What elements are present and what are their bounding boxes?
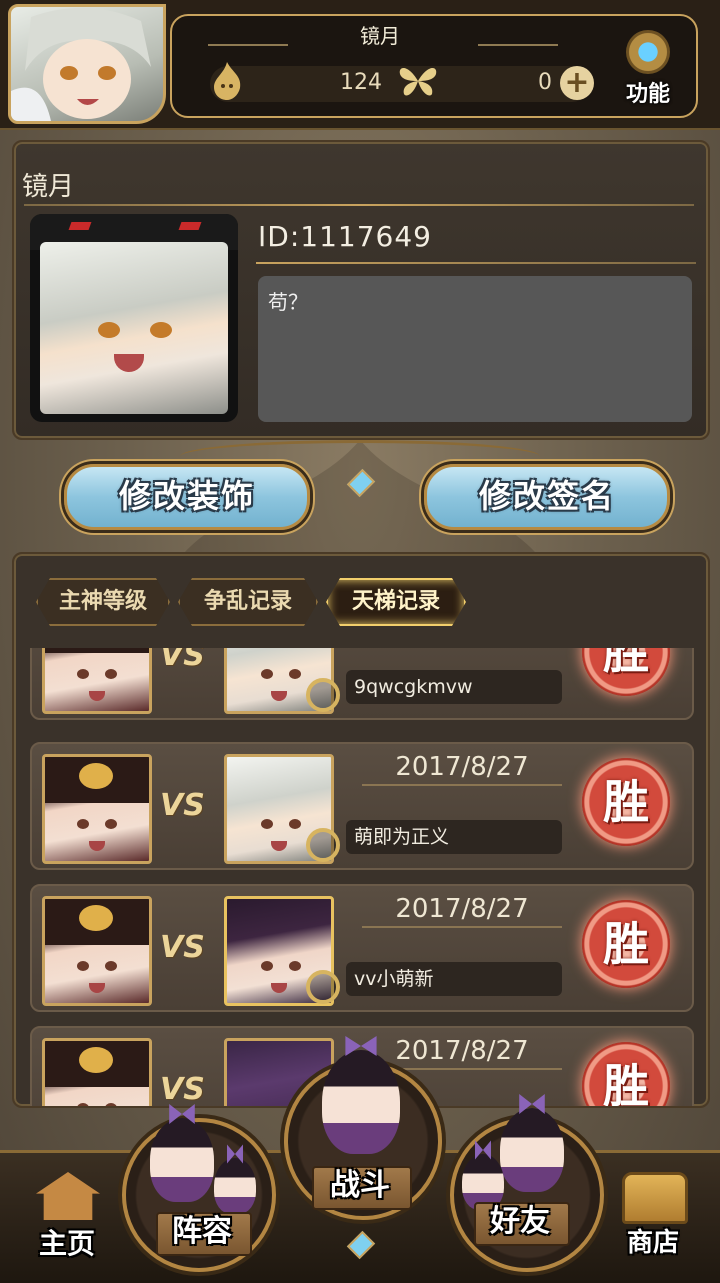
nav-home[interactable]: 主页 [14, 1160, 120, 1270]
plus-button[interactable]: + [560, 66, 594, 100]
win-badge: 胜 [582, 900, 670, 988]
signature-text: 苟？ [268, 290, 308, 314]
magnifier-icon[interactable] [306, 828, 340, 862]
avatar-eye [150, 322, 172, 338]
win-badge: 胜 [582, 758, 670, 846]
vs-label: VS [160, 648, 205, 673]
edit-decoration-label: 修改装饰 [118, 477, 255, 515]
chibi-character-icon [322, 1036, 400, 1154]
frame-eye [178, 222, 202, 230]
my-hero-portrait [42, 754, 152, 864]
record-row[interactable]: VS 2017/8/27 萌即为正义 胜 [30, 742, 694, 870]
avatar-eye [98, 322, 120, 338]
butterfly-icon [398, 64, 438, 106]
treasure-chest-icon [622, 1172, 688, 1224]
divider [24, 204, 694, 206]
signature-box: 苟？ [258, 276, 692, 422]
magnifier-icon[interactable] [306, 970, 340, 1004]
divider [478, 44, 558, 46]
divider [256, 262, 696, 264]
opponent-name: 萌即为正义 [346, 820, 562, 854]
resource-2-value: 0 [538, 70, 552, 95]
opponent-name: 9qwcgkmvw [346, 670, 562, 704]
divider [362, 926, 562, 928]
win-badge: 胜 [582, 648, 670, 696]
gear-icon [626, 30, 670, 74]
profile-card: 镜月 ID:1117649 苟？ [12, 140, 710, 440]
record-row[interactable]: VS 9qwcgkmvw 胜 [30, 648, 694, 720]
result-label: 胜 [603, 1059, 649, 1106]
flame-spirit-icon [212, 62, 242, 108]
nav-lineup-label: 阵容 [172, 1214, 232, 1249]
tab-god-level[interactable]: 主神等级 [36, 578, 170, 626]
magnifier-icon[interactable] [306, 678, 340, 712]
tab-conflict-records[interactable]: 争乱记录 [178, 578, 318, 626]
sun-emblem-icon [79, 905, 113, 931]
chibi-character-icon [150, 1104, 214, 1202]
records-panel: 主神等级 争乱记录 天梯记录 VS 9qwcgkmvw 胜 VS 2017/8/… [12, 552, 710, 1108]
record-row[interactable]: VS 2017/8/27 vv小萌新 胜 [30, 884, 694, 1012]
divider [208, 44, 288, 46]
my-hero-portrait [42, 896, 152, 1006]
divider [362, 784, 562, 786]
edit-signature-label: 修改签名 [478, 477, 615, 515]
nav-friends-label: 好友 [490, 1204, 550, 1239]
frame-eye [68, 222, 92, 230]
nav-friends[interactable]: 好友 [440, 1094, 604, 1272]
avatar-portrait [40, 242, 228, 414]
player-avatar[interactable] [8, 4, 166, 124]
sun-emblem-icon [79, 1047, 113, 1073]
opponent-name: vv小萌新 [346, 962, 562, 996]
result-label: 胜 [603, 648, 649, 679]
profile-avatar[interactable] [30, 214, 238, 422]
top-bar: 镜月 124 0 + 功能 [0, 0, 720, 130]
nav-home-label: 主页 [38, 1227, 95, 1260]
nav-battle-label: 战斗 [330, 1168, 390, 1203]
function-button[interactable]: 功能 [612, 30, 684, 112]
avatar-face-icon [11, 7, 151, 121]
result-label: 胜 [603, 917, 649, 971]
plus-icon: + [564, 65, 590, 100]
nav-battle[interactable]: 战斗 [276, 1036, 444, 1220]
record-date: 2017/8/27 [395, 894, 529, 924]
record-date: 2017/8/27 [395, 752, 529, 782]
edit-signature-button[interactable]: 修改签名 [424, 464, 670, 530]
my-hero-portrait [42, 648, 152, 714]
edit-decoration-button[interactable]: 修改装饰 [64, 464, 310, 530]
chibi-character-icon [500, 1094, 564, 1192]
vs-label: VS [160, 1072, 205, 1106]
nav-shop-label: 商店 [626, 1228, 679, 1258]
ladder-record-list[interactable]: VS 9qwcgkmvw 胜 VS 2017/8/27 萌即为正义 胜 VS 2… [14, 648, 708, 1106]
house-icon [36, 1172, 100, 1220]
result-label: 胜 [603, 775, 649, 829]
profile-id: ID:1117649 [258, 220, 432, 253]
chibi-character-icon [214, 1144, 256, 1214]
tab-ladder-records[interactable]: 天梯记录 [326, 578, 466, 626]
sun-emblem-icon [79, 763, 113, 789]
vs-label: VS [160, 788, 205, 823]
win-badge: 胜 [582, 1042, 670, 1106]
my-hero-portrait [42, 1038, 152, 1106]
nav-lineup[interactable]: 阵容 [122, 1104, 282, 1272]
profile-name: 镜月 [22, 172, 75, 202]
vs-label: VS [160, 930, 205, 965]
function-label: 功能 [625, 82, 670, 107]
nav-shop[interactable]: 商店 [600, 1160, 706, 1270]
resource-1-value: 124 [340, 70, 382, 95]
